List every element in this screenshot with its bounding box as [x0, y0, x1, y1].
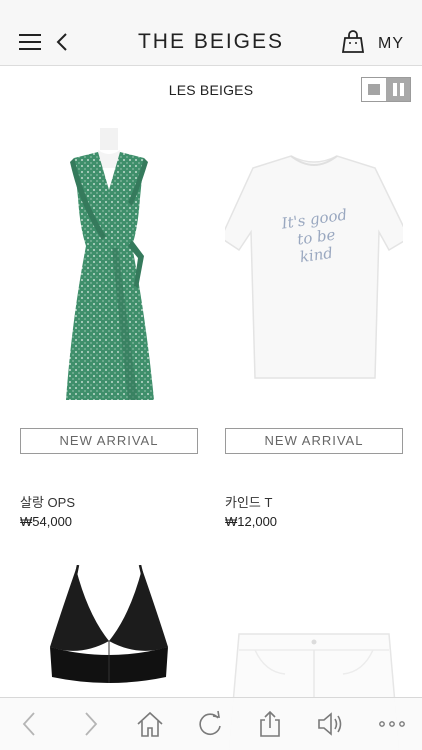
product-image-dress[interactable]	[20, 128, 198, 408]
browser-toolbar	[0, 697, 422, 750]
shopping-bag-icon[interactable]	[342, 30, 364, 54]
share-icon[interactable]	[256, 710, 284, 738]
home-icon[interactable]	[136, 710, 164, 738]
product-card[interactable]: It's good to be kind NEW ARRIVAL 카인드 T ₩…	[225, 128, 403, 538]
product-name[interactable]: 카인드 T	[225, 492, 272, 511]
my-page-link[interactable]: MY	[378, 35, 404, 53]
forward-arrow-icon[interactable]	[76, 710, 104, 738]
two-column-view-button[interactable]	[386, 78, 410, 101]
product-name[interactable]: 살랑 OPS	[20, 492, 75, 511]
product-price: ₩12,000	[225, 514, 278, 529]
app-header: THE BEIGES MY	[0, 0, 422, 66]
product-image-tshirt[interactable]: It's good to be kind	[225, 128, 403, 408]
more-dots-icon[interactable]	[378, 710, 406, 738]
new-arrival-badge: NEW ARRIVAL	[225, 428, 403, 454]
view-toggle	[361, 77, 411, 102]
new-arrival-badge: NEW ARRIVAL	[20, 428, 198, 454]
back-arrow-icon[interactable]	[16, 710, 44, 738]
refresh-icon[interactable]	[196, 710, 224, 738]
speaker-icon[interactable]	[316, 710, 344, 738]
single-column-view-button[interactable]	[362, 78, 386, 101]
category-title: LES BEIGES	[168, 82, 254, 98]
product-card[interactable]: NEW ARRIVAL 살랑 OPS ₩54,000	[20, 128, 198, 538]
product-price: ₩54,000	[20, 514, 73, 529]
